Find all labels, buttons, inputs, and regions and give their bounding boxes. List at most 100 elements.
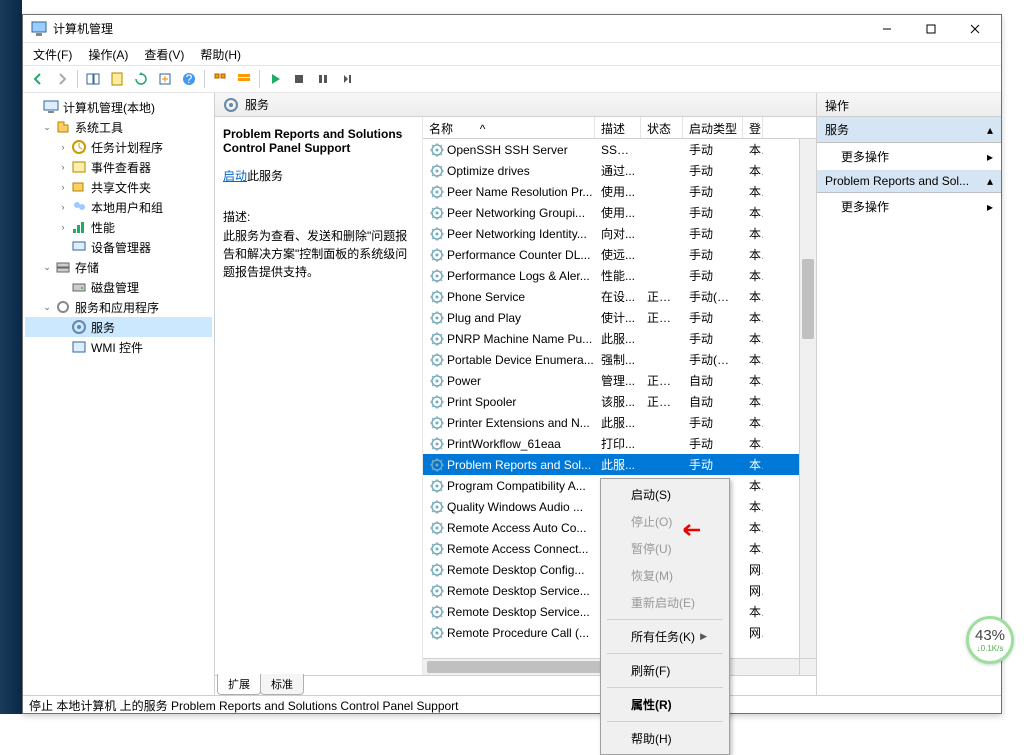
service-row[interactable]: Printer Extensions and N...此服...手动本 [423,412,816,433]
column-description[interactable]: 描述 [595,117,641,138]
tree-root[interactable]: 计算机管理(本地) [25,97,212,117]
tree-node[interactable]: 磁盘管理 [25,277,212,297]
tree-node[interactable]: ⌄服务和应用程序 [25,297,212,317]
service-row[interactable]: PNRP Machine Name Pu...此服...手动本 [423,328,816,349]
cell-name: Print Spooler [423,394,595,410]
service-row[interactable]: Performance Logs & Aler...性能...手动本 [423,265,816,286]
minimize-button[interactable] [865,15,909,43]
item-icon [71,319,87,335]
menu-view[interactable]: 查看(V) [138,44,190,65]
chevron-icon[interactable]: › [57,161,69,173]
cell-logon: 本 [743,225,763,242]
tree-node[interactable]: ›本地用户和组 [25,197,212,217]
cell-startup: 自动 [683,393,743,410]
tree-node[interactable]: 设备管理器 [25,237,212,257]
show-hide-button[interactable] [82,68,104,90]
service-row[interactable]: Power管理...正在...自动本 [423,370,816,391]
tab-extended[interactable]: 扩展 [217,674,261,695]
chevron-icon[interactable] [57,241,69,253]
nav-back-button[interactable] [27,68,49,90]
content-area: 计算机管理(本地) ⌄系统工具›任务计划程序›事件查看器›共享文件夹›本地用户和… [23,93,1001,695]
tree-node[interactable]: ›任务计划程序 [25,137,212,157]
tree-node[interactable]: ›性能 [25,217,212,237]
menu-file[interactable]: 文件(F) [27,44,78,65]
toolbar: ? [23,65,1001,93]
tree-node[interactable]: 服务 [25,317,212,337]
service-row[interactable]: Problem Reports and Sol...此服...手动本 [423,454,816,475]
properties-button[interactable] [106,68,128,90]
chevron-icon[interactable] [57,321,69,333]
service-row[interactable]: Print Spooler该服...正在...自动本 [423,391,816,412]
cell-logon: 本 [743,456,763,473]
network-monitor-widget[interactable]: 43% ↓0.1K/s [966,616,1014,664]
item-icon [71,339,87,355]
actions-section-services[interactable]: 服务 ▴ [817,117,1001,143]
menu-help[interactable]: 帮助(H) [603,725,727,752]
menu-all-tasks[interactable]: 所有任务(K) ▶ [603,623,727,650]
export-button[interactable] [154,68,176,90]
cell-logon: 本 [743,267,763,284]
cell-name: Problem Reports and Sol... [423,457,595,473]
maximize-button[interactable] [909,15,953,43]
start-service-button[interactable] [264,68,286,90]
menu-item[interactable]: 启动(S) [603,481,727,508]
refresh-button[interactable] [130,68,152,90]
pause-service-button[interactable] [312,68,334,90]
tree-panel[interactable]: 计算机管理(本地) ⌄系统工具›任务计划程序›事件查看器›共享文件夹›本地用户和… [23,93,215,695]
tree-node[interactable]: ›共享文件夹 [25,177,212,197]
menu-action[interactable]: 操作(A) [82,44,134,65]
service-row[interactable]: Plug and Play使计...正在...手动本 [423,307,816,328]
actions-more-1[interactable]: 更多操作 ▸ [817,143,1001,170]
chevron-icon[interactable]: › [57,141,69,153]
chevron-icon[interactable]: ⌄ [41,261,53,273]
tree-node[interactable]: WMI 控件 [25,337,212,357]
chevron-icon[interactable]: ⌄ [41,121,53,133]
start-service-link[interactable]: 启动 [223,169,247,183]
folder-icon [55,259,71,275]
actions-more-2[interactable]: 更多操作 ▸ [817,193,1001,220]
service-row[interactable]: Portable Device Enumera...强制...手动(触发...本 [423,349,816,370]
gear-icon [429,268,445,284]
column-name[interactable]: 名称 ^ [423,117,595,138]
gear-icon [429,184,445,200]
service-row[interactable]: Peer Networking Groupi...使用...手动本 [423,202,816,223]
close-button[interactable] [953,15,997,43]
chevron-icon[interactable]: › [57,181,69,193]
restart-service-button[interactable] [336,68,358,90]
column-startup[interactable]: 启动类型 [683,117,743,138]
service-row[interactable]: PrintWorkflow_61eaa打印...手动本 [423,433,816,454]
help-button[interactable]: ? [178,68,200,90]
cell-name: Remote Procedure Call (... [423,625,595,641]
service-row[interactable]: Peer Networking Identity...向对...手动本 [423,223,816,244]
service-row[interactable]: Performance Counter DL...使远...手动本 [423,244,816,265]
chevron-icon[interactable]: ⌄ [41,301,53,313]
vertical-scrollbar[interactable] [799,139,816,658]
cell-desc: 通过... [595,162,641,179]
view-mode-1-button[interactable] [209,68,231,90]
tree-node[interactable]: ⌄存储 [25,257,212,277]
service-row[interactable]: Peer Name Resolution Pr...使用...手动本 [423,181,816,202]
menu-help[interactable]: 帮助(H) [194,44,247,65]
cell-status: 正在... [641,372,683,389]
cell-name: Quality Windows Audio ... [423,499,595,515]
menu-refresh[interactable]: 刷新(F) [603,657,727,684]
chevron-down-icon[interactable] [29,101,41,113]
chevron-icon[interactable] [57,341,69,353]
stop-service-button[interactable] [288,68,310,90]
service-row[interactable]: OpenSSH SSH ServerSSH ...手动本 [423,139,816,160]
service-row[interactable]: Optimize drives通过...手动本 [423,160,816,181]
cell-startup: 手动 [683,162,743,179]
view-mode-2-button[interactable] [233,68,255,90]
chevron-icon[interactable]: › [57,201,69,213]
chevron-icon[interactable] [57,281,69,293]
chevron-icon[interactable]: › [57,221,69,233]
tree-node[interactable]: ›事件查看器 [25,157,212,177]
tree-node[interactable]: ⌄系统工具 [25,117,212,137]
nav-forward-button[interactable] [51,68,73,90]
cell-desc: 此服... [595,330,641,347]
tab-standard[interactable]: 标准 [260,674,304,695]
column-status[interactable]: 状态 [641,117,683,138]
actions-section-selected[interactable]: Problem Reports and Sol... ▴ [817,170,1001,193]
column-logon[interactable]: 登 [743,117,763,138]
service-row[interactable]: Phone Service在设...正在...手动(触发...本 [423,286,816,307]
